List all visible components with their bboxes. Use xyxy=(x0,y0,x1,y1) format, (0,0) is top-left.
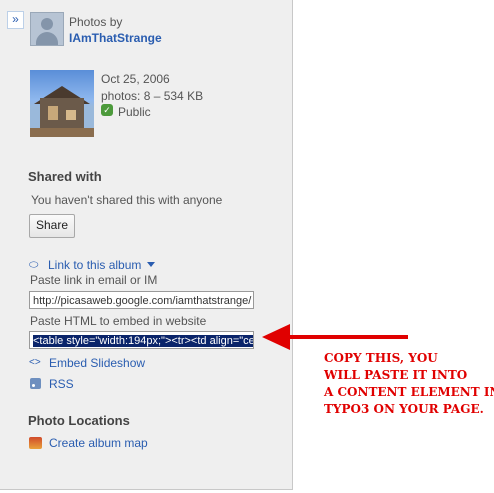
rss-icon xyxy=(30,378,41,389)
slideshow-icon: <> xyxy=(29,357,41,368)
embed-html-label: Paste HTML to embed in website xyxy=(30,314,207,328)
email-link-label: Paste link in email or IM xyxy=(30,273,158,287)
embed-slideshow-link[interactable]: Embed Slideshow xyxy=(49,356,145,370)
embed-html-value: <table style="width:194px;"><tr><td alig… xyxy=(33,335,253,347)
album-sidebar: » Photos by IAmThatStrange Oct 25, 2006 … xyxy=(0,0,293,490)
rss-link[interactable]: RSS xyxy=(49,377,74,391)
link-icon: ⬭ xyxy=(29,259,39,271)
photo-locations-title: Photo Locations xyxy=(28,413,130,428)
album-thumbnail[interactable] xyxy=(30,70,94,137)
embed-html-field[interactable]: <table style="width:194px;"><tr><td alig… xyxy=(29,331,254,349)
photos-count: photos: 8 – 534 KB xyxy=(101,89,204,103)
arrow-icon xyxy=(262,324,408,350)
share-button[interactable]: Share xyxy=(29,214,75,238)
copy-instruction-note: COPY THIS, YOU WILL PASTE IT INTO A CONT… xyxy=(324,351,494,416)
chevron-down-icon[interactable] xyxy=(147,262,155,267)
map-icon xyxy=(29,437,42,449)
owner-link[interactable]: IAmThatStrange xyxy=(69,31,162,45)
visibility-label: Public xyxy=(118,105,151,119)
link-to-album[interactable]: Link to this album xyxy=(48,258,141,272)
album-url-field[interactable]: http://picasaweb.google.com/iamthatstran… xyxy=(29,291,254,309)
shared-with-title: Shared with xyxy=(28,169,102,184)
public-icon: ✓ xyxy=(101,104,113,116)
expand-icon[interactable]: » xyxy=(7,11,24,29)
avatar[interactable] xyxy=(30,12,64,46)
create-album-map-link[interactable]: Create album map xyxy=(49,436,148,450)
share-status: You haven't shared this with anyone xyxy=(31,193,223,207)
photos-by-label: Photos by xyxy=(69,15,123,29)
album-date: Oct 25, 2006 xyxy=(101,72,170,86)
